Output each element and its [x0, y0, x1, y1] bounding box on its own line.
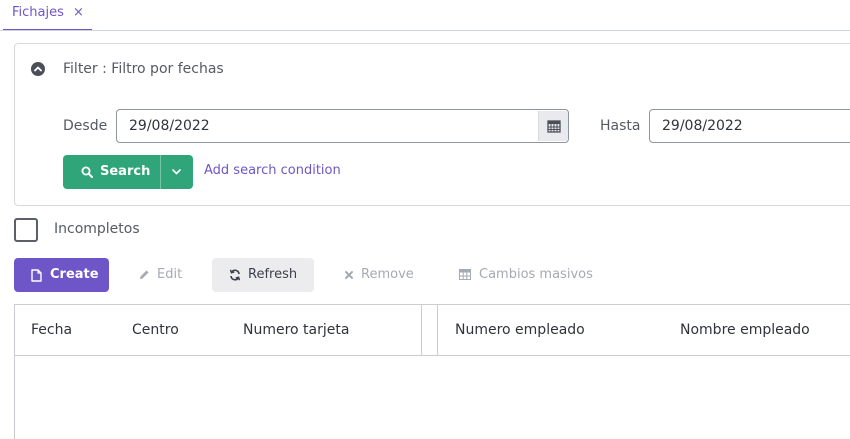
close-icon [345, 271, 353, 279]
column-header-numero-tarjeta[interactable]: Numero tarjeta [243, 322, 349, 338]
search-dropdown-toggle[interactable] [161, 155, 193, 189]
column-header-fecha[interactable]: Fecha [31, 322, 72, 338]
frozen-column-divider [437, 305, 438, 356]
tab-fichajes-label[interactable]: Fichajes [12, 5, 64, 20]
tab-close-icon[interactable]: × [73, 5, 84, 20]
chevron-down-icon [172, 169, 181, 175]
remove-button-label: Remove [361, 267, 414, 282]
chevron-up-circle-icon[interactable] [31, 62, 45, 76]
hasta-label: Hasta [600, 118, 641, 134]
create-button[interactable]: Create [14, 258, 109, 292]
incompletos-checkbox[interactable] [14, 218, 38, 242]
table-icon [459, 269, 471, 280]
column-header-centro[interactable]: Centro [132, 322, 179, 338]
search-icon [81, 166, 93, 178]
calendar-icon [547, 120, 561, 133]
add-search-condition-link[interactable]: Add search condition [204, 163, 341, 178]
edit-button[interactable]: Edit [128, 258, 192, 292]
pencil-icon [140, 270, 149, 279]
cambios-masivos-button[interactable]: Cambios masivos [449, 258, 599, 292]
desde-label: Desde [63, 118, 108, 134]
create-button-label: Create [50, 267, 99, 282]
incompletos-label: Incompletos [54, 221, 140, 237]
search-button-label: Search [100, 164, 151, 179]
refresh-button[interactable]: Refresh [212, 258, 314, 292]
refresh-icon [229, 269, 241, 281]
remove-button[interactable]: Remove [334, 258, 422, 292]
frozen-column-divider [421, 305, 422, 356]
grid-header-divider [14, 355, 850, 356]
column-header-numero-empleado[interactable]: Numero empleado [455, 322, 585, 338]
tab-bar-divider [0, 30, 850, 31]
file-icon [31, 269, 42, 282]
refresh-button-label: Refresh [248, 267, 298, 282]
search-button[interactable]: Search [63, 155, 193, 189]
filter-title: Filter : Filtro por fechas [63, 61, 224, 77]
calendar-button[interactable] [538, 111, 568, 141]
edit-button-label: Edit [157, 267, 183, 282]
search-main-button[interactable]: Search [63, 155, 160, 189]
cambios-masivos-label: Cambios masivos [479, 267, 593, 282]
hasta-date-input[interactable] [649, 109, 850, 143]
desde-date-input[interactable] [116, 109, 569, 143]
column-header-nombre-empleado[interactable]: Nombre empleado [680, 322, 810, 338]
